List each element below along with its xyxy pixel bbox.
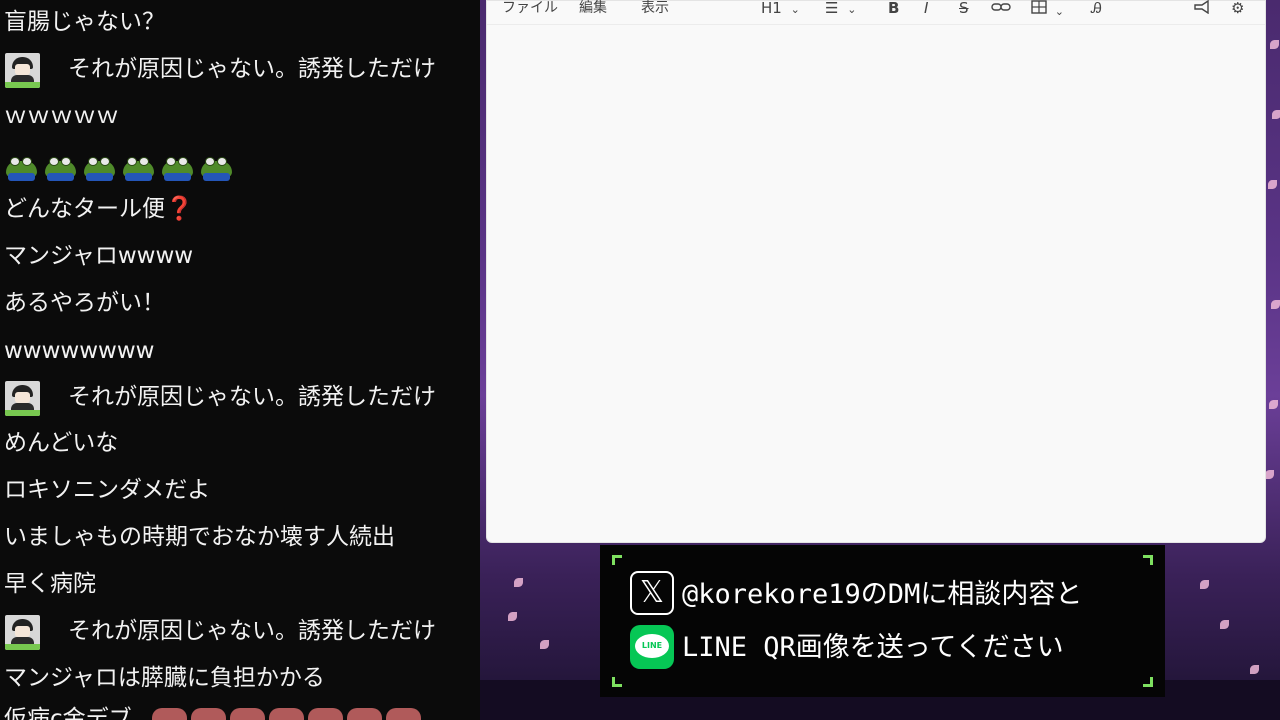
face-emote-icon bbox=[191, 708, 226, 720]
line-logo-label: LINE bbox=[641, 641, 663, 650]
petal bbox=[1220, 620, 1229, 629]
chat-message: 早く病院 bbox=[4, 571, 96, 597]
text-editor-window: ファイル 編集 表示 H1 ⌄ ☰ ⌄ B I S ⌄ Ꭿ ⚙ bbox=[486, 0, 1266, 543]
chat-message: ｗｗｗｗｗ bbox=[4, 103, 119, 129]
user-avatar bbox=[5, 615, 40, 650]
frog-emote-icon bbox=[121, 155, 156, 181]
user-avatar bbox=[5, 381, 40, 416]
face-emote-icon bbox=[347, 708, 382, 720]
petal bbox=[1265, 470, 1274, 479]
chat-message: めんどいな bbox=[4, 430, 119, 456]
chat-message: 盲腸じゃない？ bbox=[4, 9, 165, 35]
chat-panel: 盲腸じゃない？ それが原因じゃない。誘発しただけ ｗｗｗｗｗ どんなタール便❓ … bbox=[0, 0, 480, 720]
petal bbox=[540, 640, 549, 649]
menu-edit[interactable]: 編集 bbox=[579, 0, 607, 18]
petal bbox=[1271, 300, 1280, 309]
frog-emote-icon bbox=[160, 155, 195, 181]
megaphone-icon[interactable] bbox=[1193, 0, 1211, 14]
petal bbox=[1268, 180, 1277, 189]
chevron-down-icon: ⌄ bbox=[847, 3, 857, 16]
chat-message: どんなタール便❓ bbox=[4, 194, 194, 224]
heading-dropdown[interactable]: H1 ⌄ bbox=[761, 0, 800, 20]
frog-emote-icon bbox=[4, 155, 39, 181]
bold-button[interactable]: B bbox=[888, 0, 899, 18]
spellcheck-icon[interactable]: Ꭿ bbox=[1091, 0, 1102, 18]
chevron-down-icon: ⌄ bbox=[790, 3, 800, 16]
petal bbox=[514, 578, 523, 587]
x-logo-icon: 𝕏 bbox=[630, 571, 674, 615]
italic-button[interactable]: I bbox=[924, 0, 928, 18]
frog-emote-icon bbox=[43, 155, 78, 181]
chat-message: マンジャロwwww bbox=[4, 243, 194, 269]
chat-message: マンジャロは膵臓に負担かかる bbox=[4, 665, 325, 691]
petal bbox=[1250, 665, 1259, 674]
line-logo-icon: LINE bbox=[630, 625, 674, 669]
face-emote-row bbox=[152, 708, 421, 720]
gear-icon[interactable]: ⚙ bbox=[1231, 0, 1244, 18]
frog-emote-icon bbox=[199, 155, 234, 181]
face-emote-icon bbox=[269, 708, 304, 720]
petal bbox=[1270, 40, 1279, 49]
face-emote-icon bbox=[230, 708, 265, 720]
chat-message: wwwwwwww bbox=[4, 338, 155, 364]
menu-view[interactable]: 表示 bbox=[641, 0, 669, 18]
petal bbox=[1272, 110, 1280, 119]
chat-message-text: どんなタール便 bbox=[4, 196, 165, 222]
editor-toolbar: ファイル 編集 表示 H1 ⌄ ☰ ⌄ B I S ⌄ Ꭿ ⚙ bbox=[487, 0, 1265, 25]
editor-content-area[interactable] bbox=[487, 26, 1265, 542]
face-emote-icon bbox=[152, 708, 187, 720]
user-avatar bbox=[5, 53, 40, 88]
petal bbox=[508, 612, 517, 621]
chat-message: ロキソニンダメだよ bbox=[4, 477, 211, 503]
corner-bracket bbox=[612, 555, 622, 565]
frog-emote-row bbox=[4, 155, 234, 181]
petal bbox=[1269, 400, 1278, 409]
chat-message: 仮病с金デブ bbox=[4, 706, 132, 720]
corner-bracket bbox=[1143, 555, 1153, 565]
dm-instruction-text: @korekore19のDMに相談内容と bbox=[682, 579, 1083, 610]
corner-bracket bbox=[1143, 677, 1153, 687]
heading-label: H1 bbox=[761, 0, 782, 17]
menu-file[interactable]: ファイル bbox=[502, 0, 558, 18]
petal bbox=[1200, 580, 1209, 589]
frog-emote-icon bbox=[82, 155, 117, 181]
chat-message: それが原因じゃない。誘発しただけ bbox=[68, 618, 436, 644]
table-dropdown[interactable]: ⌄ bbox=[1031, 0, 1064, 22]
chat-message: それが原因じゃない。誘発しただけ bbox=[68, 56, 436, 82]
chevron-down-icon: ⌄ bbox=[1054, 5, 1064, 18]
link-icon[interactable] bbox=[991, 0, 1011, 14]
strikethrough-button[interactable]: S bbox=[959, 0, 969, 18]
line-qr-instruction-text: LINE QR画像を送ってください bbox=[682, 632, 1064, 663]
face-emote-icon bbox=[386, 708, 421, 720]
list-icon: ☰ bbox=[825, 0, 839, 17]
contact-info-box: 𝕏 @korekore19のDMに相談内容と LINE LINE QR画像を送っ… bbox=[600, 545, 1165, 697]
face-emote-icon bbox=[308, 708, 343, 720]
table-icon bbox=[1031, 0, 1047, 14]
corner-bracket bbox=[612, 677, 622, 687]
chat-message: それが原因じゃない。誘発しただけ bbox=[68, 384, 436, 410]
chat-message: あるやろがい！ bbox=[4, 290, 165, 316]
chat-message: いましゃもの時期でおなか壊す人続出 bbox=[4, 524, 395, 550]
question-mark-icon: ❓ bbox=[165, 196, 194, 222]
list-dropdown[interactable]: ☰ ⌄ bbox=[825, 0, 856, 20]
